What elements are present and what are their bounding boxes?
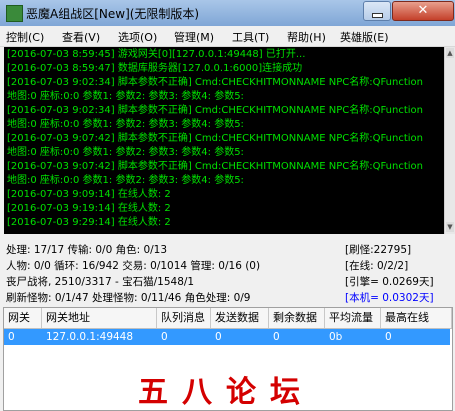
menu-hero-edition[interactable]: 英雄版(E) [340,29,389,45]
app-icon [6,5,23,22]
log-scrollbar[interactable]: ▲ ▼ [444,47,455,234]
scroll-up-icon[interactable]: ▲ [446,48,454,58]
log-line: [2016-07-03 9:29:14] 在线人数: 2 [7,217,171,228]
close-button[interactable]: ✕ [392,1,454,21]
log-line: [2016-07-03 9:07:42] 脚本参数不正确] Cmd:CHECKH… [7,133,423,144]
log-line: [2016-07-03 9:19:14] 在线人数: 2 [7,203,171,214]
log-line: 地图:0 座标:0:0 参数1: 参数2: 参数3: 参数4: 参数5: [7,91,244,102]
status-players: 人物: 0/0 循环: 16/942 交易: 0/1014 管理: 0/16 (… [6,260,261,272]
col-gateway[interactable]: 网关 [4,308,42,328]
log-line: [2016-07-03 9:09:14] 在线人数: 2 [7,189,171,200]
status-local-uptime: [本机= 0.0302天] [345,292,434,304]
table-cell: 0 [215,331,222,343]
minimize-icon [372,13,383,18]
status-monsters: 丧尸战将, 2510/3317 - 宝石猫/1548/1 [6,276,195,288]
log-line: 地图:0 座标:0:0 参数1: 参数2: 参数3: 参数4: 参数5: [7,175,244,186]
table-header: 网关 网关地址 队列消息 发送数据 剩余数据 平均流量 最高在线 [4,308,452,329]
window-title: 恶魔A组战区[New](无限制版本) [26,7,200,21]
log-line: [2016-07-03 9:07:42] 脚本参数不正确] Cmd:CHECKH… [7,161,423,172]
col-queue[interactable]: 队列消息 [157,308,211,328]
log-panel[interactable]: [2016-07-03 8:59:45] 游戏网关[0][127.0.0.1:4… [4,47,444,234]
col-sent[interactable]: 发送数据 [211,308,269,328]
col-max-online[interactable]: 最高在线 [381,308,452,328]
status-online: [在线: 0/2/2] [345,260,409,272]
menu-manage[interactable]: 管理(M) [174,29,214,45]
menu-tools[interactable]: 工具(T) [232,29,269,45]
col-remaining[interactable]: 剩余数据 [269,308,325,328]
minimize-button[interactable] [363,1,391,21]
menu-options[interactable]: 选项(O) [118,29,157,45]
status-spawn-count: [刷怪:22795] [345,244,412,256]
table-cell: 0 [8,331,15,343]
log-line: [2016-07-03 8:59:45] 游戏网关[0][127.0.0.1:4… [7,49,306,60]
watermark: 五八论坛 [138,375,314,410]
menu-view[interactable]: 查看(V) [62,29,100,45]
table-cell: 0 [161,331,168,343]
col-gateway-address[interactable]: 网关地址 [42,308,157,328]
log-line: 地图:0 座标:0:0 参数1: 参数2: 参数3: 参数4: 参数5: [7,147,244,158]
status-processing: 处理: 17/17 传输: 0/0 角色: 0/13 [6,244,168,256]
table-cell: 0b [329,331,343,343]
scroll-down-icon[interactable]: ▼ [446,222,454,232]
log-line: [2016-07-03 8:59:47] 数据库服务器[127.0.0.1:60… [7,63,303,74]
status-engine-uptime: [引擎= 0.0269天] [345,276,434,288]
table-cell: 0 [385,331,392,343]
title-bar: 恶魔A组战区[New](无限制版本) ✕ [0,0,455,26]
table-cell: 0 [273,331,280,343]
menu-bar: 控制(C) 查看(V) 选项(O) 管理(M) 工具(T) 帮助(H) 英雄版(… [0,26,455,47]
status-panel: 处理: 17/17 传输: 0/0 角色: 0/13 [刷怪:22795] 人物… [0,236,455,306]
status-refresh: 刷新怪物: 0/1/47 处理怪物: 0/11/46 角色处理: 0/9 [6,292,251,304]
menu-control[interactable]: 控制(C) [6,29,44,45]
table-cell: 127.0.0.1:49448 [46,331,134,343]
log-line: [2016-07-03 9:02:34] 脚本参数不正确] Cmd:CHECKH… [7,77,423,88]
col-avg-traffic[interactable]: 平均流量 [325,308,381,328]
table-row[interactable]: 0 127.0.0.1:49448 0 0 0 0b 0 [4,329,450,345]
log-line: [2016-07-03 9:02:34] 脚本参数不正确] Cmd:CHECKH… [7,105,423,116]
log-line: 地图:0 座标:0:0 参数1: 参数2: 参数3: 参数4: 参数5: [7,119,244,130]
menu-help[interactable]: 帮助(H) [287,29,326,45]
